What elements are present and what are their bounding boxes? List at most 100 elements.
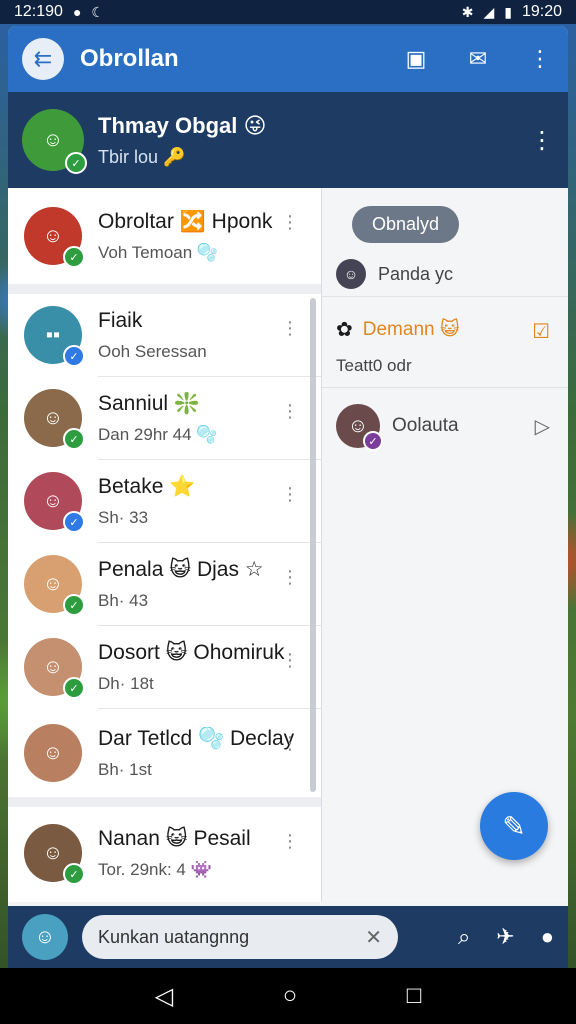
app-top-bar: ⇇ Obrollan ▣ ✉ ⋮	[8, 26, 568, 92]
avatar: ☺ ✓	[24, 555, 85, 616]
chat-item[interactable]: ☺ ✓ Dosort 😺 Ohomiruk Dh· 18t ⋮	[8, 626, 321, 708]
chat-item[interactable]: ☺ ✓ Obroltar 🔀 Hponk Voh Temoan 🫧 ⋮	[8, 188, 321, 284]
online-badge-icon: ✓	[63, 246, 85, 268]
more-options-icon[interactable]: ⋮	[526, 46, 554, 72]
profile-bar[interactable]: ☺ ✓ Thmay Obgal 😜 Tbir lou 🔑 ⋮	[8, 92, 568, 188]
preview-subtitle: Teatt0 odr	[336, 356, 412, 375]
contact-avatar-image: ☺	[24, 724, 82, 782]
chat-options-icon[interactable]: ⋮	[281, 212, 299, 233]
chat-preview: Bh· 1st	[98, 759, 152, 779]
bluetooth-icon: ✱	[461, 3, 474, 20]
verified-badge-icon: ✓	[65, 152, 87, 174]
profile-status: Tbir lou 🔑	[98, 146, 186, 167]
avatar: ☺ ✓	[24, 389, 85, 450]
chat-item[interactable]: ☺ ✓ Sanniul ❇️ Dan 29hr 44 🫧 ⋮	[8, 377, 321, 459]
chat-name: Fiaik	[98, 308, 143, 332]
search-input[interactable]	[98, 926, 366, 948]
section-divider	[8, 797, 321, 807]
back-arrow-icon: ⇇	[33, 46, 53, 71]
chat-options-icon[interactable]: ⋮	[281, 831, 299, 852]
compose-fab-button[interactable]: ✎	[480, 792, 548, 860]
chat-options-icon[interactable]: ⋮	[281, 401, 299, 422]
avatar: ☺ ✓	[22, 109, 87, 174]
avatar: ☺	[24, 724, 82, 782]
bottom-bar: ☺ ✕ ⌕ ✈ ●	[8, 906, 568, 968]
preview-title: Demann 😺	[362, 319, 460, 340]
check-badge-icon: ✓	[63, 511, 85, 533]
chat-item[interactable]: ▪▪ ✓ Fiaik Ooh Seressan ⋮	[8, 294, 321, 376]
signal-icon: ◢	[483, 3, 495, 20]
app-title: Obrollan	[80, 45, 179, 72]
chat-item[interactable]: ☺ ✓ Nanan 😺 Pesail Tor. 29nk: 4 👾 ⋮	[8, 807, 321, 899]
avatar: ☺	[336, 259, 366, 289]
compose-mail-icon[interactable]: ✉	[464, 46, 492, 72]
avatar: ☺ ✓	[336, 404, 383, 451]
conversation-preview-pane: Obnalyd ☺ Panda yc ✿ Demann 😺 ☑ Teatt0 o…	[322, 188, 568, 902]
search-box[interactable]: ✕	[82, 915, 398, 959]
profile-name: Thmay Obgal 😜	[98, 112, 267, 138]
person-icon[interactable]: ●	[541, 924, 554, 950]
avatar: ☺ ✓	[24, 824, 85, 885]
chat-item[interactable]: ☺ Dar Tetlcd 🫧 Declay Bh· 1st ⋮	[8, 709, 321, 797]
chat-name: Nanan 😺 Pesail	[98, 827, 251, 850]
avatar: ☺ ✓	[24, 207, 85, 268]
clear-icon[interactable]: ✕	[365, 925, 382, 950]
chat-preview: Dh· 18t	[98, 674, 154, 693]
chat-name: Dosort 😺 Ohomiruk	[98, 641, 285, 664]
online-badge-icon: ✓	[63, 863, 85, 885]
chat-name: Penala 😺 Djas ☆	[98, 558, 264, 581]
chat-item[interactable]: ☺ ✓ Betake ⭐ Sh· 33 ⋮	[8, 460, 321, 542]
chat-bubble-icon[interactable]: ▣	[402, 46, 430, 72]
chat-options-icon[interactable]: ⋮	[281, 318, 299, 339]
chat-list: ☺ ✓ Obroltar 🔀 Hponk Voh Temoan 🫧 ⋮ ▪▪ ✓…	[8, 188, 322, 902]
edit-icon: ✎	[502, 810, 526, 842]
status-bar: 12:190 ● ☾ ✱ ◢ ▮ 19:20	[0, 0, 576, 24]
chat-preview: Tor. 29nk: 4 👾	[98, 860, 212, 879]
chat-preview: Dan 29hr 44 🫧	[98, 424, 218, 444]
preview-item[interactable]: ☺ ✓ Oolauta ▷	[322, 388, 568, 464]
chat-preview: Ooh Seressan	[98, 341, 207, 361]
chat-options-icon[interactable]: ⋮	[281, 650, 299, 671]
checkbox-icon[interactable]: ☑	[532, 319, 550, 344]
preview-text: Panda yc	[378, 263, 454, 284]
avatar: ☺ ✓	[24, 472, 85, 533]
preview-item[interactable]: Obnalyd ☺ Panda yc	[322, 188, 568, 296]
online-badge-icon: ✓	[63, 677, 85, 699]
profile-more-icon[interactable]: ⋮	[530, 126, 554, 155]
chat-options-icon[interactable]: ⋮	[281, 733, 299, 754]
chat-preview: Sh· 33	[98, 507, 149, 527]
system-navigation-bar: ◁ ○ □	[0, 968, 576, 1024]
preview-name: Oolauta	[392, 415, 459, 436]
back-button[interactable]: ⇇	[22, 38, 64, 80]
chat-name: Betake ⭐	[98, 474, 196, 498]
chat-name: Sanniul ❇️	[98, 391, 201, 415]
label-chip[interactable]: Obnalyd	[352, 206, 460, 243]
recents-icon[interactable]: □	[407, 982, 422, 1010]
chat-preview: Bh· 43	[98, 591, 149, 610]
battery-icon: ▮	[504, 3, 512, 20]
section-divider	[8, 284, 321, 294]
status-badge-icon: ✓	[363, 431, 383, 451]
online-badge-icon: ✓	[63, 428, 85, 450]
contact-avatar-image: ☺	[336, 259, 366, 289]
preview-item[interactable]: ✿ Demann 😺 ☑ Teatt0 odr	[322, 297, 568, 387]
search-icon[interactable]: ⌕	[458, 924, 470, 950]
panda-notification-icon: ●	[72, 4, 82, 20]
chat-list-scrollbar[interactable]	[310, 298, 316, 792]
back-icon[interactable]: ◁	[155, 982, 173, 1011]
home-icon[interactable]: ○	[283, 982, 298, 1010]
chat-name: Obroltar 🔀 Hponk	[98, 209, 273, 233]
chat-app-window: ⇇ Obrollan ▣ ✉ ⋮ ☺ ✓ Thmay Obgal 😜 Tbir …	[8, 26, 568, 906]
moon-notification-icon: ☾	[91, 3, 104, 20]
flag-icon[interactable]: ▷	[535, 414, 550, 439]
avatar: ▪▪ ✓	[24, 306, 85, 367]
check-badge-icon: ✓	[63, 345, 85, 367]
chat-options-icon[interactable]: ⋮	[281, 484, 299, 505]
avatar[interactable]: ☺	[22, 914, 68, 960]
chat-item[interactable]: ☺ ✓ Penala 😺 Djas ☆ Bh· 43 ⋮	[8, 543, 321, 625]
chat-options-icon[interactable]: ⋮	[281, 567, 299, 588]
avatar: ☺ ✓	[24, 638, 85, 699]
status-time-right: 19:20	[521, 3, 562, 20]
user-avatar-image: ☺	[22, 914, 68, 960]
pin-icon[interactable]: ✈	[496, 924, 514, 950]
